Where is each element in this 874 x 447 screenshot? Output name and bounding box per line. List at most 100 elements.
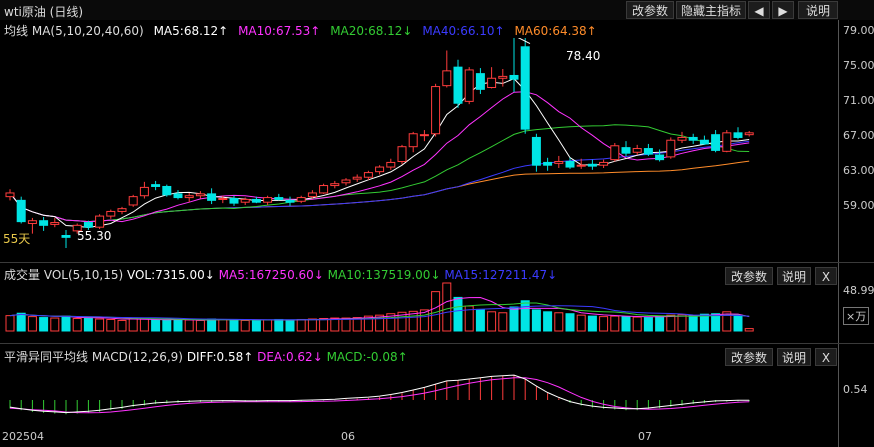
volume-bar — [319, 318, 329, 332]
candle-body — [744, 132, 754, 136]
volume-bar — [117, 319, 127, 332]
candle-body — [464, 69, 474, 102]
candle-body — [442, 70, 452, 87]
volume-bar — [554, 312, 564, 332]
candle-body — [655, 154, 665, 161]
candle-body — [285, 199, 295, 203]
candle-body — [16, 199, 26, 223]
candle-body — [487, 77, 497, 88]
volume-bar — [263, 319, 273, 332]
y-tick-67: 67.00 — [843, 129, 874, 142]
x-label-jul: 07 — [638, 430, 652, 443]
volume-bar — [27, 316, 37, 332]
volume-bar — [151, 319, 161, 332]
candle-body — [610, 145, 620, 161]
candle-body — [375, 166, 385, 173]
candle-body — [307, 192, 317, 198]
volume-bar — [621, 316, 631, 332]
candlestick-chart[interactable] — [0, 38, 838, 248]
high-price-label: 78.40 — [566, 49, 601, 63]
volume-bar — [72, 318, 82, 332]
candle-body — [543, 161, 553, 166]
candle-body — [587, 163, 597, 167]
volume-bar — [39, 317, 49, 332]
candle-body — [565, 161, 575, 168]
hide-main-indicator-button[interactable]: 隐藏主指标 — [676, 1, 746, 19]
candle-body — [722, 132, 732, 152]
vol-ma5-line — [9, 296, 750, 321]
volume-bar — [699, 313, 709, 332]
title-bar: wti原油 (日线) 改参数 隐藏主指标 ◀ ▶ 说明 — [0, 0, 874, 20]
candle-body — [341, 179, 351, 184]
volume-bar — [307, 318, 317, 332]
candle-body — [509, 74, 519, 80]
volume-bar — [733, 314, 743, 332]
volume-legend: 成交量 VOL(5,10,15) VOL:7315.00↓ MA5:167250… — [4, 266, 557, 283]
volume-bar — [744, 328, 754, 332]
candle-body — [274, 197, 284, 200]
y-tick-75: 75.00 — [843, 59, 874, 72]
volume-ma5: MA5:167250.60↓ — [218, 268, 324, 282]
volume-unit: ×万 — [843, 307, 870, 325]
volume-ma15: MA15:127211.47↓ — [444, 268, 558, 282]
candle-body — [128, 196, 138, 206]
volume-bar — [207, 318, 217, 332]
y-tick-63: 63.00 — [843, 164, 874, 177]
prev-arrow-button[interactable]: ◀ — [748, 1, 770, 19]
volume-bar — [531, 309, 541, 332]
candle-body — [386, 161, 396, 168]
candle-body — [632, 148, 642, 153]
volume-chart[interactable] — [0, 282, 838, 332]
diff-line — [9, 374, 750, 414]
volume-bar — [184, 319, 194, 332]
volume-bar — [643, 317, 653, 332]
ma5-value: MA5:68.12↑ — [153, 24, 229, 38]
candle-body — [319, 185, 329, 194]
ma-legend: 均线 MA(5,10,20,40,60) MA5:68.12↑ MA10:67.… — [4, 22, 597, 39]
volume-bar — [128, 318, 138, 332]
volume-bar — [296, 318, 306, 332]
macd-legend: 平滑异同平均线 MACD(12,26,9) DIFF:0.58↑ DEA:0.6… — [4, 348, 408, 365]
candle-body — [498, 75, 508, 79]
candle-body — [218, 198, 228, 200]
volume-bar — [565, 313, 575, 332]
days-label: 55天 — [3, 232, 31, 246]
volume-bar — [218, 318, 228, 332]
candle-body — [554, 161, 564, 164]
volume-bar — [16, 312, 26, 332]
macd-chart[interactable] — [0, 364, 838, 430]
candle-body — [263, 197, 273, 203]
ma5-line — [9, 78, 750, 229]
ma-params: MA(5,10,20,40,60) — [31, 24, 144, 38]
candle-body — [207, 193, 217, 201]
change-params-button[interactable]: 改参数 — [626, 1, 674, 19]
candle-body — [711, 134, 721, 151]
volume-bar — [195, 319, 205, 332]
help-button[interactable]: 说明 — [798, 1, 838, 19]
ma-label: 均线 — [4, 24, 29, 38]
candle-body — [330, 183, 340, 187]
volume-bar — [722, 311, 732, 332]
volume-bar — [139, 318, 149, 332]
macd-dea: DEA:0.62↓ — [257, 350, 323, 364]
next-arrow-button[interactable]: ▶ — [772, 1, 794, 19]
high-marker — [517, 38, 531, 44]
volume-ma10: MA10:137519.00↓ — [327, 268, 441, 282]
y-tick-71: 71.00 — [843, 94, 874, 107]
macd-params: MACD(12,26,9) — [91, 350, 183, 364]
candle-body — [677, 136, 687, 141]
volume-bar — [666, 314, 676, 332]
macd-diff: DIFF:0.58↑ — [186, 350, 254, 364]
candle-body — [643, 148, 653, 155]
macd-value: MACD:-0.08↑ — [326, 350, 408, 364]
low-price-label: 55.30 — [77, 229, 112, 243]
volume-label: 成交量 — [4, 268, 41, 282]
volume-params: VOL(5,10,15) — [43, 268, 124, 282]
ma40-value: MA40:66.10↑ — [422, 24, 505, 38]
y-tick-59: 59.00 — [843, 199, 874, 212]
candle-body — [531, 136, 541, 166]
volume-bar — [655, 315, 665, 332]
volume-bar — [509, 306, 519, 332]
candle-body — [363, 172, 373, 178]
candle-body — [184, 195, 194, 199]
